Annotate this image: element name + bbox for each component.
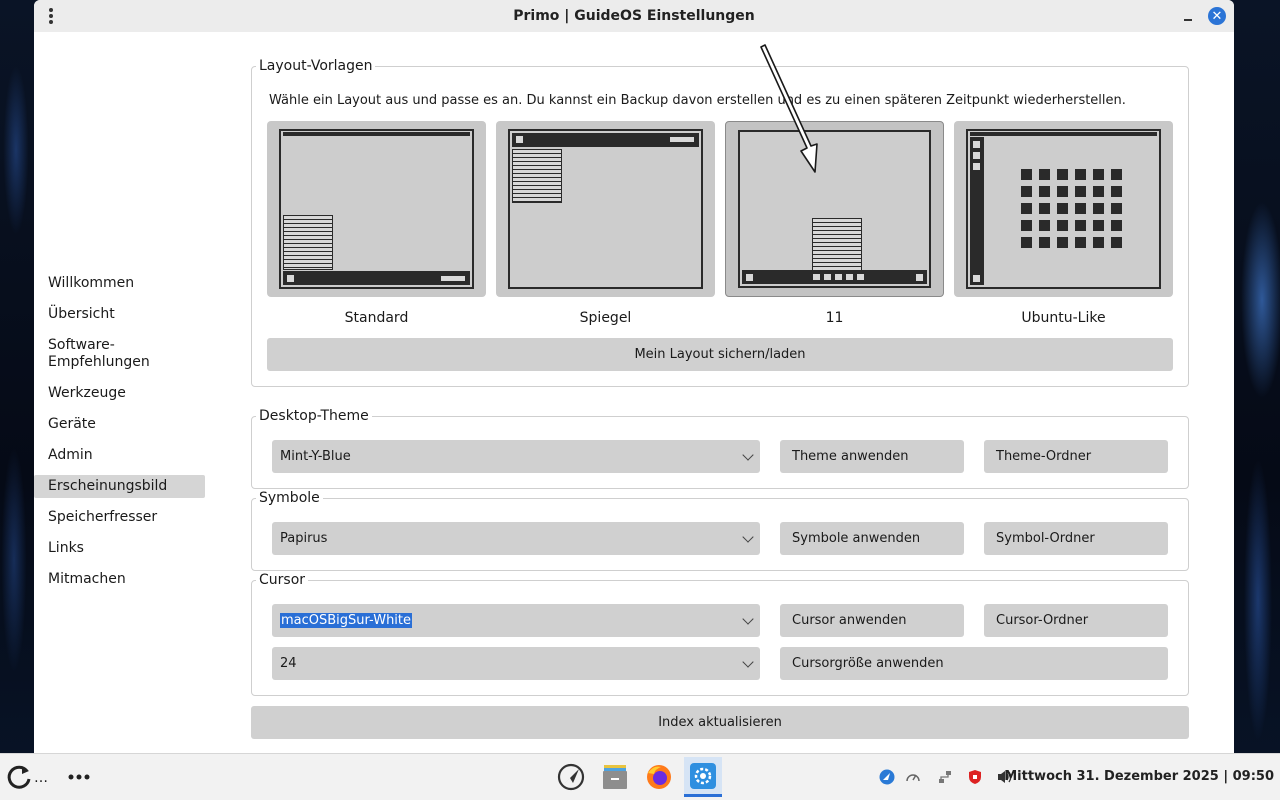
- file-manager-icon[interactable]: [600, 762, 630, 792]
- mouse-pointer-arrow: [760, 44, 818, 173]
- theme-select-value: Mint-Y-Blue: [280, 449, 351, 464]
- sidebar: Willkommen Übersicht Software- Empfehlun…: [34, 272, 206, 599]
- app-grid-tile: [1021, 169, 1032, 180]
- layout-card-standard[interactable]: [267, 121, 486, 297]
- start-ellipsis: …: [34, 770, 48, 786]
- close-icon[interactable]: ✕: [1208, 7, 1226, 25]
- app-grid-tile: [1093, 220, 1104, 231]
- app-grid-tile: [1111, 237, 1122, 248]
- app-grid-tile: [1039, 169, 1050, 180]
- network-icon[interactable]: [936, 768, 954, 786]
- app-grid-tile: [1111, 203, 1122, 214]
- minimize-icon[interactable]: [1180, 8, 1196, 24]
- layout-card-ubuntu-like[interactable]: [954, 121, 1173, 297]
- layout-preview-ubuntu-like: [966, 129, 1161, 289]
- app-grid-tile: [1057, 169, 1068, 180]
- app-grid-tile: [1039, 203, 1050, 214]
- layout-label-spiegel: Spiegel: [579, 310, 632, 326]
- apply-theme-button[interactable]: Theme anwenden: [780, 440, 964, 473]
- firefox-icon[interactable]: [644, 762, 674, 792]
- sidebar-item-links[interactable]: Links: [34, 537, 205, 560]
- more-dots-icon[interactable]: [64, 762, 94, 792]
- settings-window: Primo | GuideOS Einstellungen ✕ Willkomm…: [34, 0, 1234, 753]
- cursor-select[interactable]: macOSBigSur-White: [272, 604, 760, 637]
- clock[interactable]: Mittwoch 31. Dezember 2025 | 09:50: [1004, 769, 1274, 784]
- save-layout-button[interactable]: Mein Layout sichern/laden: [267, 338, 1173, 371]
- layout-templates-title: Layout-Vorlagen: [259, 58, 373, 74]
- cursor-select-value: macOSBigSur-White: [280, 613, 413, 628]
- app-grid-tile: [1093, 203, 1104, 214]
- icon-folder-button[interactable]: Symbol-Ordner: [984, 522, 1168, 555]
- app-grid-tile: [1021, 220, 1032, 231]
- update-index-button[interactable]: Index aktualisieren: [251, 706, 1189, 739]
- desktop-theme-title: Desktop-Theme: [259, 408, 369, 424]
- app-grid-tile: [1093, 237, 1104, 248]
- chevron-down-icon: [742, 655, 754, 668]
- layout-preview-spiegel: [508, 129, 703, 289]
- window-title: Primo | GuideOS Einstellungen: [513, 8, 755, 24]
- layout-label-11: 11: [825, 310, 844, 326]
- app-grid-tile: [1111, 220, 1122, 231]
- kebab-menu-icon[interactable]: [44, 6, 58, 26]
- sidebar-item-werkzeuge[interactable]: Werkzeuge: [34, 382, 205, 405]
- app-grid-tile: [1039, 220, 1050, 231]
- app-grid-tile: [1057, 203, 1068, 214]
- refresh-start-icon[interactable]: [4, 762, 34, 792]
- icon-theme-select[interactable]: Papirus: [272, 522, 760, 555]
- cursor-title: Cursor: [259, 572, 306, 588]
- chevron-down-icon: [742, 530, 754, 543]
- app-grid-tile: [1021, 186, 1032, 197]
- chevron-down-icon: [742, 448, 754, 461]
- chevron-down-icon: [742, 612, 754, 625]
- sidebar-item-software[interactable]: Software- Empfehlungen: [34, 334, 205, 374]
- app-grid-tile: [1075, 220, 1086, 231]
- shield-icon[interactable]: [966, 768, 984, 786]
- sidebar-item-mitmachen[interactable]: Mitmachen: [34, 568, 205, 591]
- apply-cursor-button[interactable]: Cursor anwenden: [780, 604, 964, 637]
- sidebar-item-speicherfresser[interactable]: Speicherfresser: [34, 506, 205, 529]
- app-grid-tile: [1111, 186, 1122, 197]
- sidebar-item-geraete[interactable]: Geräte: [34, 413, 205, 436]
- icons-title: Symbole: [259, 490, 320, 506]
- app-grid-tile: [1075, 186, 1086, 197]
- layout-description: Wähle ein Layout aus und passe es an. Du…: [269, 93, 1126, 108]
- icon-theme-select-value: Papirus: [280, 531, 328, 546]
- sidebar-item-admin[interactable]: Admin: [34, 444, 205, 467]
- speedometer-icon[interactable]: [904, 768, 922, 786]
- layout-card-spiegel[interactable]: [496, 121, 715, 297]
- cursor-folder-button[interactable]: Cursor-Ordner: [984, 604, 1168, 637]
- app-grid-tile: [1075, 169, 1086, 180]
- layout-label-standard: Standard: [344, 310, 409, 326]
- app-grid-tile: [1039, 237, 1050, 248]
- taskbar: … Mittwoch 31. Dezember 2025 | 09:50: [0, 753, 1280, 800]
- app-grid-tile: [1093, 186, 1104, 197]
- title-bar: Primo | GuideOS Einstellungen ✕: [34, 0, 1234, 32]
- layout-label-ubuntu-like: Ubuntu-Like: [1021, 310, 1106, 326]
- sidebar-item-uebersicht[interactable]: Übersicht: [34, 303, 205, 326]
- app-grid-tile: [1057, 237, 1068, 248]
- app-grid-tile: [1039, 186, 1050, 197]
- apply-cursor-size-button[interactable]: Cursorgröße anwenden: [780, 647, 1168, 680]
- theme-select[interactable]: Mint-Y-Blue: [272, 440, 760, 473]
- cursor-size-select[interactable]: 24: [272, 647, 760, 680]
- app-grid-tile: [1075, 237, 1086, 248]
- sidebar-item-erscheinungsbild[interactable]: Erscheinungsbild: [34, 475, 205, 498]
- app-grid-tile: [1021, 203, 1032, 214]
- settings-gear-icon[interactable]: [684, 757, 722, 797]
- app-grid-tile: [1021, 237, 1032, 248]
- layout-preview-standard: [279, 129, 474, 289]
- app-grid-tile: [1075, 203, 1086, 214]
- app-grid-tile: [1057, 186, 1068, 197]
- app-grid-tile: [1093, 169, 1104, 180]
- cursor-size-value: 24: [280, 656, 297, 671]
- app-grid-tile: [1057, 220, 1068, 231]
- sidebar-item-willkommen[interactable]: Willkommen: [34, 272, 205, 295]
- guideos-launcher-icon[interactable]: [556, 762, 586, 792]
- theme-folder-button[interactable]: Theme-Ordner: [984, 440, 1168, 473]
- update-icon[interactable]: [878, 768, 896, 786]
- app-grid-tile: [1111, 169, 1122, 180]
- apply-icons-button[interactable]: Symbole anwenden: [780, 522, 964, 555]
